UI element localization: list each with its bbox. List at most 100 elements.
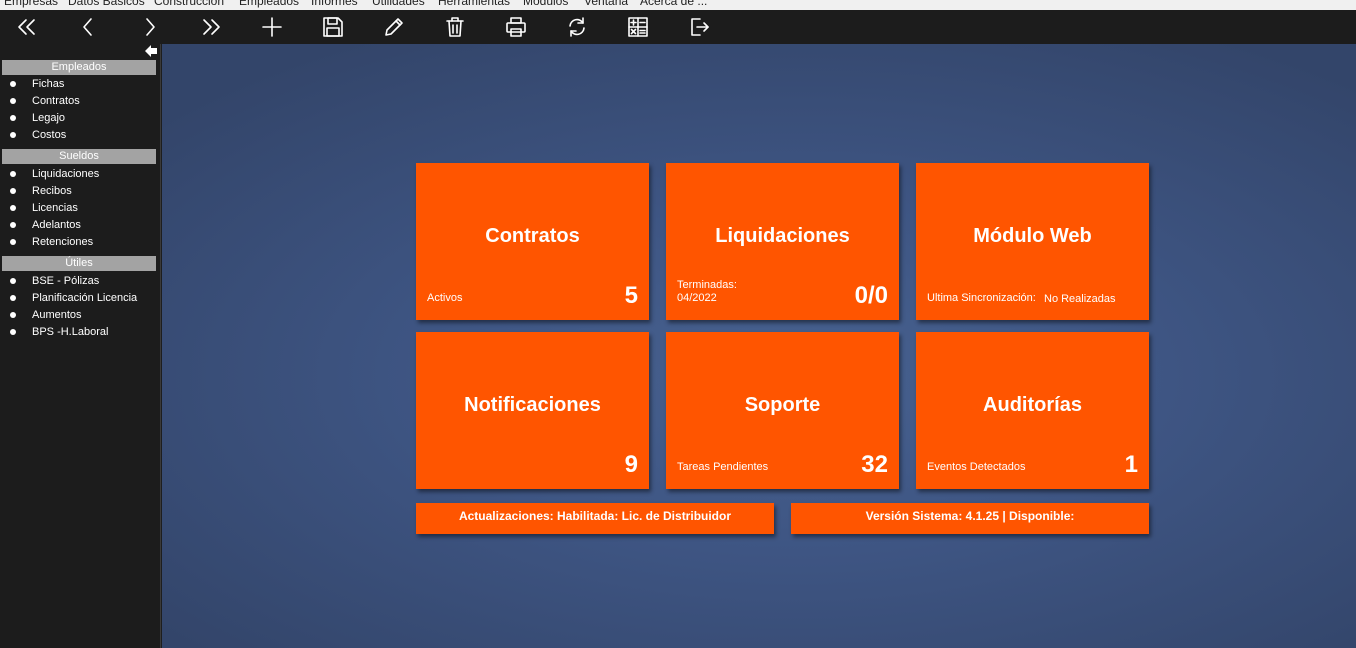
refresh-button[interactable] — [562, 12, 592, 42]
sidebar-item-costos[interactable]: Costos — [10, 126, 66, 143]
tile-notificaciones[interactable]: Notificaciones 9 — [416, 332, 649, 489]
section-empleados: Empleados — [2, 60, 156, 75]
add-button[interactable] — [257, 12, 287, 42]
save-icon — [323, 17, 343, 37]
sidebar-item-label: Contratos — [32, 94, 80, 107]
sidebar-item-label: Adelantos — [32, 218, 81, 231]
bullet-icon — [10, 294, 16, 301]
tile-count: 9 — [624, 451, 638, 478]
menu-construccion[interactable]: Construcción — [154, 0, 224, 8]
menu-herramientas[interactable]: Herramientas — [438, 0, 510, 8]
menu-empleados[interactable]: Empleados — [239, 0, 299, 8]
sidebar-item-label: BPS -H.Laboral — [32, 325, 109, 338]
next-record-button[interactable] — [135, 12, 165, 42]
tile-contratos[interactable]: Contratos Activos 5 — [416, 163, 649, 320]
sidebar-item-label: Recibos — [32, 184, 72, 197]
version-status-bar[interactable]: Versión Sistema: 4.1.25 | Disponible: — [791, 503, 1149, 534]
first-record-button[interactable] — [12, 12, 42, 42]
dashboard: Contratos Activos 5 Liquidaciones Termin… — [162, 44, 1356, 648]
sidebar-item-label: Legajo — [32, 111, 66, 124]
calculator-button[interactable] — [623, 12, 653, 42]
sidebar-item-label: Fichas — [32, 77, 65, 90]
tile-count: 0/0 — [854, 282, 888, 309]
bullet-icon — [10, 170, 16, 177]
tile-label: Activos — [427, 292, 463, 304]
sidebar-item-liquidaciones[interactable]: Liquidaciones — [10, 165, 99, 182]
sidebar: Empleados Fichas Contratos Legajo Costos… — [0, 44, 161, 648]
sidebar-item-legajo[interactable]: Legajo — [10, 109, 65, 126]
delete-icon — [446, 17, 464, 37]
tile-count: 5 — [624, 282, 638, 309]
sidebar-item-label: BSE - Pólizas — [32, 274, 100, 287]
last-icon — [203, 19, 220, 35]
bullet-icon — [10, 97, 16, 104]
collapse-sidebar-button[interactable] — [144, 44, 158, 58]
tile-title: Auditorías — [983, 394, 1082, 416]
tile-title: Contratos — [485, 225, 580, 247]
sidebar-item-label: Retenciones — [32, 235, 94, 248]
bullet-icon — [10, 238, 16, 245]
bullet-icon — [10, 221, 16, 228]
menu-ventana[interactable]: Ventana — [584, 0, 628, 8]
sidebar-item-retenciones[interactable]: Retenciones — [10, 233, 93, 250]
sidebar-item-aumentos[interactable]: Aumentos — [10, 306, 82, 323]
tile-sync-status: No Realizadas — [1044, 293, 1116, 305]
toolbar — [0, 10, 1356, 44]
bullet-icon — [10, 277, 16, 284]
menu-acerca-de[interactable]: Acerca de ... — [640, 0, 707, 8]
tile-title: Liquidaciones — [715, 225, 850, 247]
first-icon — [18, 19, 35, 35]
bullet-icon — [10, 204, 16, 211]
menu-informes[interactable]: Informes — [311, 0, 358, 8]
sidebar-item-label: Planificación Licencia — [32, 291, 138, 304]
sidebar-item-planificacion-licencia[interactable]: Planificación Licencia — [10, 289, 137, 306]
tile-auditorias[interactable]: Auditorías Eventos Detectados 1 — [916, 332, 1149, 489]
exit-button[interactable] — [684, 12, 714, 42]
updates-status-bar[interactable]: Actualizaciones: Habilitada: Lic. de Dis… — [416, 503, 774, 534]
menu-modulos[interactable]: Módulos — [523, 0, 568, 8]
bullet-icon — [10, 311, 16, 318]
delete-button[interactable] — [440, 12, 470, 42]
previous-record-button[interactable] — [73, 12, 103, 42]
bullet-icon — [10, 114, 16, 121]
sidebar-item-label: Liquidaciones — [32, 167, 100, 180]
menu-bar: Empresas Datos Básicos Construcción Empl… — [0, 0, 1356, 10]
bullet-icon — [10, 328, 16, 335]
menu-datos-basicos[interactable]: Datos Básicos — [68, 0, 145, 8]
save-button[interactable] — [318, 12, 348, 42]
menu-empresas[interactable]: Empresas — [4, 0, 58, 8]
refresh-icon — [569, 17, 585, 37]
tile-count: 32 — [861, 451, 888, 478]
tile-liquidaciones[interactable]: Liquidaciones Terminadas: 04/2022 0/0 — [666, 163, 899, 320]
sidebar-item-licencias[interactable]: Licencias — [10, 199, 78, 216]
last-record-button[interactable] — [196, 12, 226, 42]
tile-modulo-web[interactable]: Módulo Web Ultima Sincronización: No Rea… — [916, 163, 1149, 320]
tile-label: Eventos Detectados — [927, 461, 1026, 473]
tile-label: Tareas Pendientes — [677, 461, 769, 473]
print-button[interactable] — [501, 12, 531, 42]
edit-icon — [385, 18, 403, 36]
menu-utilidades[interactable]: Utilidades — [372, 0, 425, 8]
previous-icon — [83, 18, 92, 36]
arrow-left-icon — [145, 45, 157, 57]
tile-soporte[interactable]: Soporte Tareas Pendientes 32 — [666, 332, 899, 489]
sidebar-item-contratos[interactable]: Contratos — [10, 92, 80, 109]
section-sueldos: Sueldos — [2, 149, 156, 164]
tile-label-line2: 04/2022 — [677, 292, 717, 304]
sidebar-item-bps-h-laboral[interactable]: BPS -H.Laboral — [10, 323, 108, 340]
sidebar-item-label: Aumentos — [32, 308, 82, 321]
sidebar-item-label: Licencias — [32, 201, 78, 214]
section-utiles: Útiles — [2, 256, 156, 271]
next-icon — [146, 18, 155, 36]
edit-button[interactable] — [379, 12, 409, 42]
sidebar-item-recibos[interactable]: Recibos — [10, 182, 72, 199]
calculator-icon — [628, 17, 648, 37]
bullet-icon — [10, 80, 16, 87]
add-icon — [262, 17, 282, 37]
print-icon — [506, 17, 526, 37]
tile-title: Notificaciones — [464, 394, 601, 416]
sidebar-item-label: Costos — [32, 128, 67, 141]
sidebar-item-bse-polizas[interactable]: BSE - Pólizas — [10, 272, 99, 289]
sidebar-item-fichas[interactable]: Fichas — [10, 75, 64, 92]
sidebar-item-adelantos[interactable]: Adelantos — [10, 216, 81, 233]
